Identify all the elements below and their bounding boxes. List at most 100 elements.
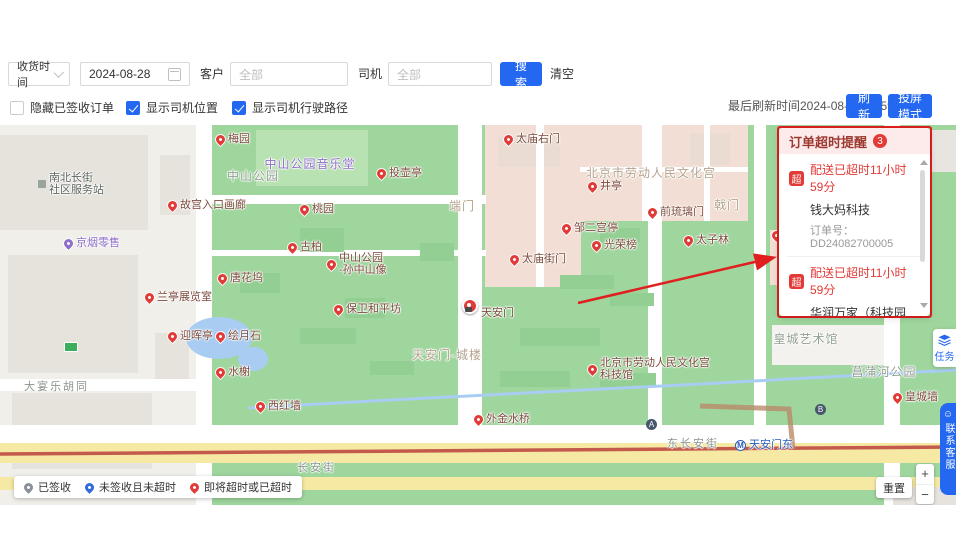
contact-service-tab[interactable]: ☺ 联系客服 <box>940 403 956 495</box>
red-pin-icon[interactable] <box>560 222 573 235</box>
cast-mode-button[interactable]: 投屏模式 <box>888 94 932 118</box>
map-poi[interactable]: 桃园 <box>300 203 334 215</box>
zoom-in-button[interactable]: + <box>916 464 934 485</box>
red-pin-icon[interactable] <box>166 199 179 212</box>
map-poi[interactable]: 太子林 <box>684 234 729 246</box>
task-tab[interactable]: 任务 <box>933 329 956 367</box>
map-canvas[interactable]: 梅园投壶亭故宫入口画廊 桃园古柏中山公园-孙中山像唐花坞兰亭展览室迎晖亭绘月石水榭… <box>0 125 956 505</box>
red-pin-icon[interactable] <box>590 239 603 252</box>
map-poi[interactable]: 东长安街 <box>667 438 719 450</box>
map-poi[interactable]: 故宫入口画廊 <box>168 199 246 211</box>
red-pin-icon[interactable] <box>298 203 311 216</box>
map-poi[interactable]: 北京市劳动人民文化宫 <box>586 167 716 179</box>
poi-label-wrap: 保卫和平坊 <box>346 303 401 315</box>
map-poi[interactable]: 唐花坞 <box>218 272 263 284</box>
purple-pin-icon[interactable] <box>62 237 75 250</box>
map-poi[interactable]: 投壶亭 <box>377 167 422 179</box>
map-poi[interactable]: 太庙街门 <box>510 253 566 265</box>
red-pin-icon[interactable] <box>586 363 599 376</box>
map-poi[interactable]: M天安门东 <box>735 439 793 451</box>
red-pin-icon[interactable] <box>472 413 485 426</box>
red-pin-icon[interactable] <box>586 180 599 193</box>
map-poi[interactable]: 端门 <box>449 200 475 212</box>
map-poi[interactable]: 大宴乐胡同 <box>24 381 89 393</box>
map-poi[interactable]: 梅园 <box>216 133 250 145</box>
map-poi[interactable]: 皇城墙 <box>893 391 938 403</box>
map-poi[interactable]: 菖蒲河公园 <box>851 366 916 378</box>
map-poi[interactable]: 长安街 <box>297 462 336 474</box>
map-poi[interactable]: 中山公园-孙中山像 <box>327 252 387 276</box>
reset-button[interactable]: 重置 <box>876 477 912 498</box>
red-pin-icon[interactable] <box>646 206 659 219</box>
poi-label: 长安街 <box>297 462 336 474</box>
red-pin-icon[interactable] <box>682 234 695 247</box>
map-poi[interactable]: 北京市劳动人民文化宫科技馆 <box>588 357 710 381</box>
scroll-up-icon[interactable] <box>920 160 928 165</box>
map-poi[interactable]: 戟门 <box>714 199 740 211</box>
red-pin-icon[interactable] <box>508 253 521 266</box>
scrollbar-thumb[interactable] <box>920 170 925 262</box>
red-pin-icon[interactable] <box>502 133 515 146</box>
map-poi[interactable]: 外金水桥 <box>474 413 530 425</box>
red-pin-icon[interactable] <box>166 330 179 343</box>
map-poi[interactable]: A <box>646 419 657 430</box>
map-poi[interactable]: 皇城艺术馆 <box>773 333 838 345</box>
red-pin-icon[interactable] <box>325 258 338 271</box>
poi-label: 天安门东 <box>749 439 793 451</box>
map-poi[interactable]: 天安门 <box>462 293 514 319</box>
red-pin-icon[interactable] <box>891 391 904 404</box>
poi-label-wrap: 南北长街社区服务站 <box>49 172 104 196</box>
red-pin-icon[interactable] <box>214 330 227 343</box>
map-poi[interactable]: 保卫和平坊 <box>334 303 401 315</box>
hide-signed-checkbox[interactable] <box>10 101 24 115</box>
zoom-out-button[interactable]: − <box>916 485 934 505</box>
map-poi[interactable]: 井亭 <box>588 180 622 192</box>
map-poi[interactable]: 天安门-城楼 <box>412 349 482 361</box>
map-poi[interactable]: 古柏 <box>288 241 322 253</box>
panel-scrollbar[interactable] <box>919 160 927 308</box>
map-poi[interactable]: 京烟零售 <box>64 237 120 249</box>
red-pin-icon[interactable] <box>332 303 345 316</box>
map-poi[interactable] <box>64 342 78 352</box>
clear-button[interactable]: 清空 <box>550 62 574 86</box>
time-type-select[interactable]: 收货时间 <box>8 62 70 86</box>
map-poi[interactable]: 光荣榜 <box>592 239 637 251</box>
map-poi[interactable]: 西红墙 <box>256 400 301 412</box>
map-poi[interactable]: 绘月石 <box>216 330 261 342</box>
map-poi[interactable]: 前琉璃门 <box>648 206 704 218</box>
driver-path-checkbox[interactable] <box>232 101 246 115</box>
scroll-down-icon[interactable] <box>920 303 928 308</box>
poi-label: 戟门 <box>714 199 740 211</box>
red-pin-icon[interactable] <box>254 400 267 413</box>
red-pin-icon[interactable] <box>286 241 299 254</box>
poi-label: 天安门-城楼 <box>412 349 482 361</box>
red-pin-icon[interactable] <box>143 291 156 304</box>
map-poi[interactable]: 兰亭展览室 <box>145 291 212 303</box>
map-poi[interactable]: 中山公园 <box>227 170 279 182</box>
red-pin-icon[interactable] <box>214 133 227 146</box>
red-pin-icon[interactable] <box>214 366 227 379</box>
hide-signed-label: 隐藏已签收订单 <box>30 100 114 116</box>
poi-label-wrap: 前琉璃门 <box>660 206 704 218</box>
map-poi[interactable]: 邹二宫停 <box>562 222 618 234</box>
order-list[interactable]: 超 配送已超时11小时59分 钱大妈科技 订单号：DD24082700005 超… <box>779 154 930 316</box>
red-pin-icon[interactable] <box>216 272 229 285</box>
date-input[interactable]: 2024-08-28 <box>80 62 190 86</box>
customer-input[interactable]: 全部 <box>230 62 348 86</box>
poi-label: 菖蒲河公园 <box>851 366 916 378</box>
map-poi[interactable]: 中山公园音乐堂 <box>264 158 355 170</box>
map-poi[interactable]: B <box>815 404 826 415</box>
map-poi[interactable]: 水榭 <box>216 366 250 378</box>
driver-input[interactable]: 全部 <box>388 62 492 86</box>
order-customer: 钱大妈科技 <box>810 201 916 218</box>
map-poi[interactable]: 迎晖亭 <box>168 330 213 342</box>
refresh-button[interactable]: 刷 新 <box>846 94 882 118</box>
order-item[interactable]: 超 配送已超时11小时59分 华润万家（科技园店）2 订单号：DD2408270… <box>779 257 930 316</box>
map-poi[interactable]: 南北长街社区服务站 <box>38 172 104 196</box>
driver-position-checkbox[interactable] <box>126 101 140 115</box>
red-pin-icon[interactable] <box>375 167 388 180</box>
map-poi[interactable]: 太庙右门 <box>504 133 560 145</box>
poi-label-wrap: 故宫入口画廊 <box>180 199 246 211</box>
search-button[interactable]: 搜 索 <box>500 62 542 86</box>
order-item[interactable]: 超 配送已超时11小时59分 钱大妈科技 订单号：DD24082700005 <box>779 154 930 256</box>
